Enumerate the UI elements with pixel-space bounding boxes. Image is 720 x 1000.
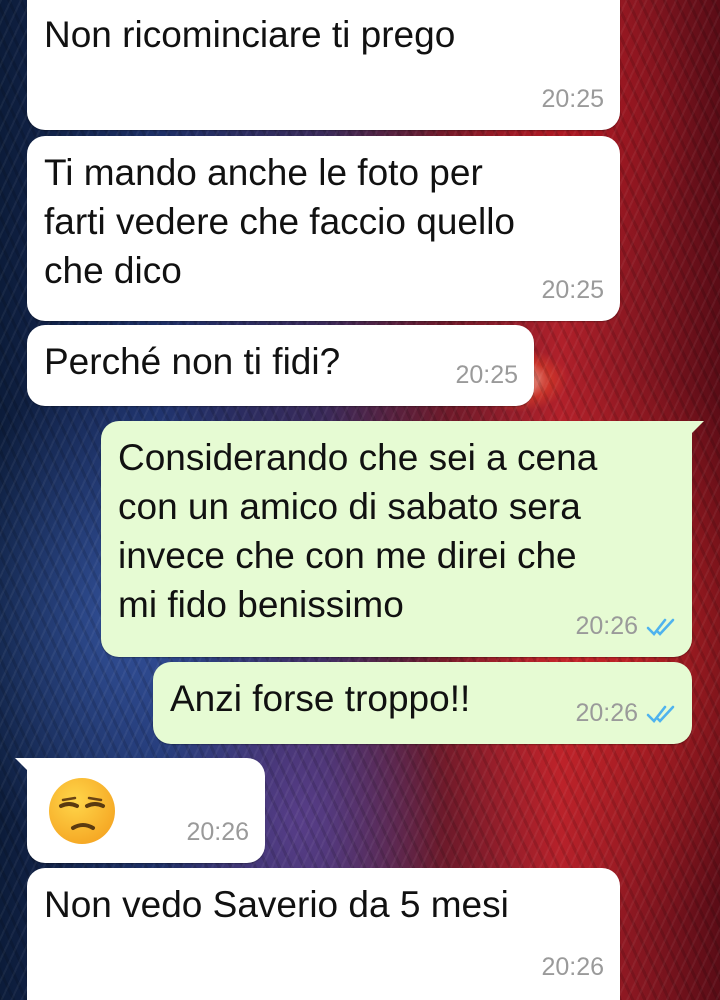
bubble-tail xyxy=(15,758,31,774)
message-text: Considerando che sei a cena con un amico… xyxy=(118,437,598,625)
message-time: 20:26 xyxy=(575,699,638,727)
message-bubble-incoming[interactable]: Non vedo Saverio da 5 mesi 20:26 xyxy=(27,868,620,1000)
message-meta: 20:26 xyxy=(541,943,604,992)
unamused-face-emoji-icon xyxy=(49,778,115,844)
message-text: Anzi forse troppo!! xyxy=(170,678,471,719)
message-meta: 20:25 xyxy=(455,351,518,400)
bubble-tail xyxy=(688,421,704,437)
message-time: 20:25 xyxy=(541,85,604,113)
message-time: 20:25 xyxy=(541,276,604,304)
message-bubble-outgoing[interactable]: Anzi forse troppo!! 20:26 xyxy=(153,662,692,744)
message-bubble-incoming[interactable]: Ti mando anche le foto per farti vedere … xyxy=(27,136,620,321)
message-meta: 20:25 xyxy=(541,266,604,315)
message-text: Ti mando anche le foto per farti vedere … xyxy=(44,152,515,291)
message-bubble-incoming[interactable]: Perché non ti fidi? 20:25 xyxy=(27,325,534,406)
message-meta: 20:26 xyxy=(186,808,249,857)
message-meta: 20:25 xyxy=(541,75,604,124)
message-meta: 20:26 xyxy=(575,689,676,738)
message-time: 20:26 xyxy=(575,612,638,640)
message-text: Non vedo Saverio da 5 mesi xyxy=(44,884,509,925)
message-meta: 20:26 xyxy=(575,602,676,651)
message-text: Perché non ti fidi? xyxy=(44,341,341,382)
message-bubble-outgoing[interactable]: Considerando che sei a cena con un amico… xyxy=(101,421,704,657)
message-time: 20:26 xyxy=(186,818,249,846)
message-bubble-incoming[interactable]: 20:26 xyxy=(15,758,265,863)
double-check-read-icon xyxy=(646,705,675,723)
message-time: 20:25 xyxy=(455,361,518,389)
message-time: 20:26 xyxy=(541,953,604,981)
message-bubble-incoming[interactable]: Non ricominciare ti prego 20:25 xyxy=(27,0,620,130)
double-check-read-icon xyxy=(646,618,675,636)
message-text: Non ricominciare ti prego xyxy=(44,14,456,55)
